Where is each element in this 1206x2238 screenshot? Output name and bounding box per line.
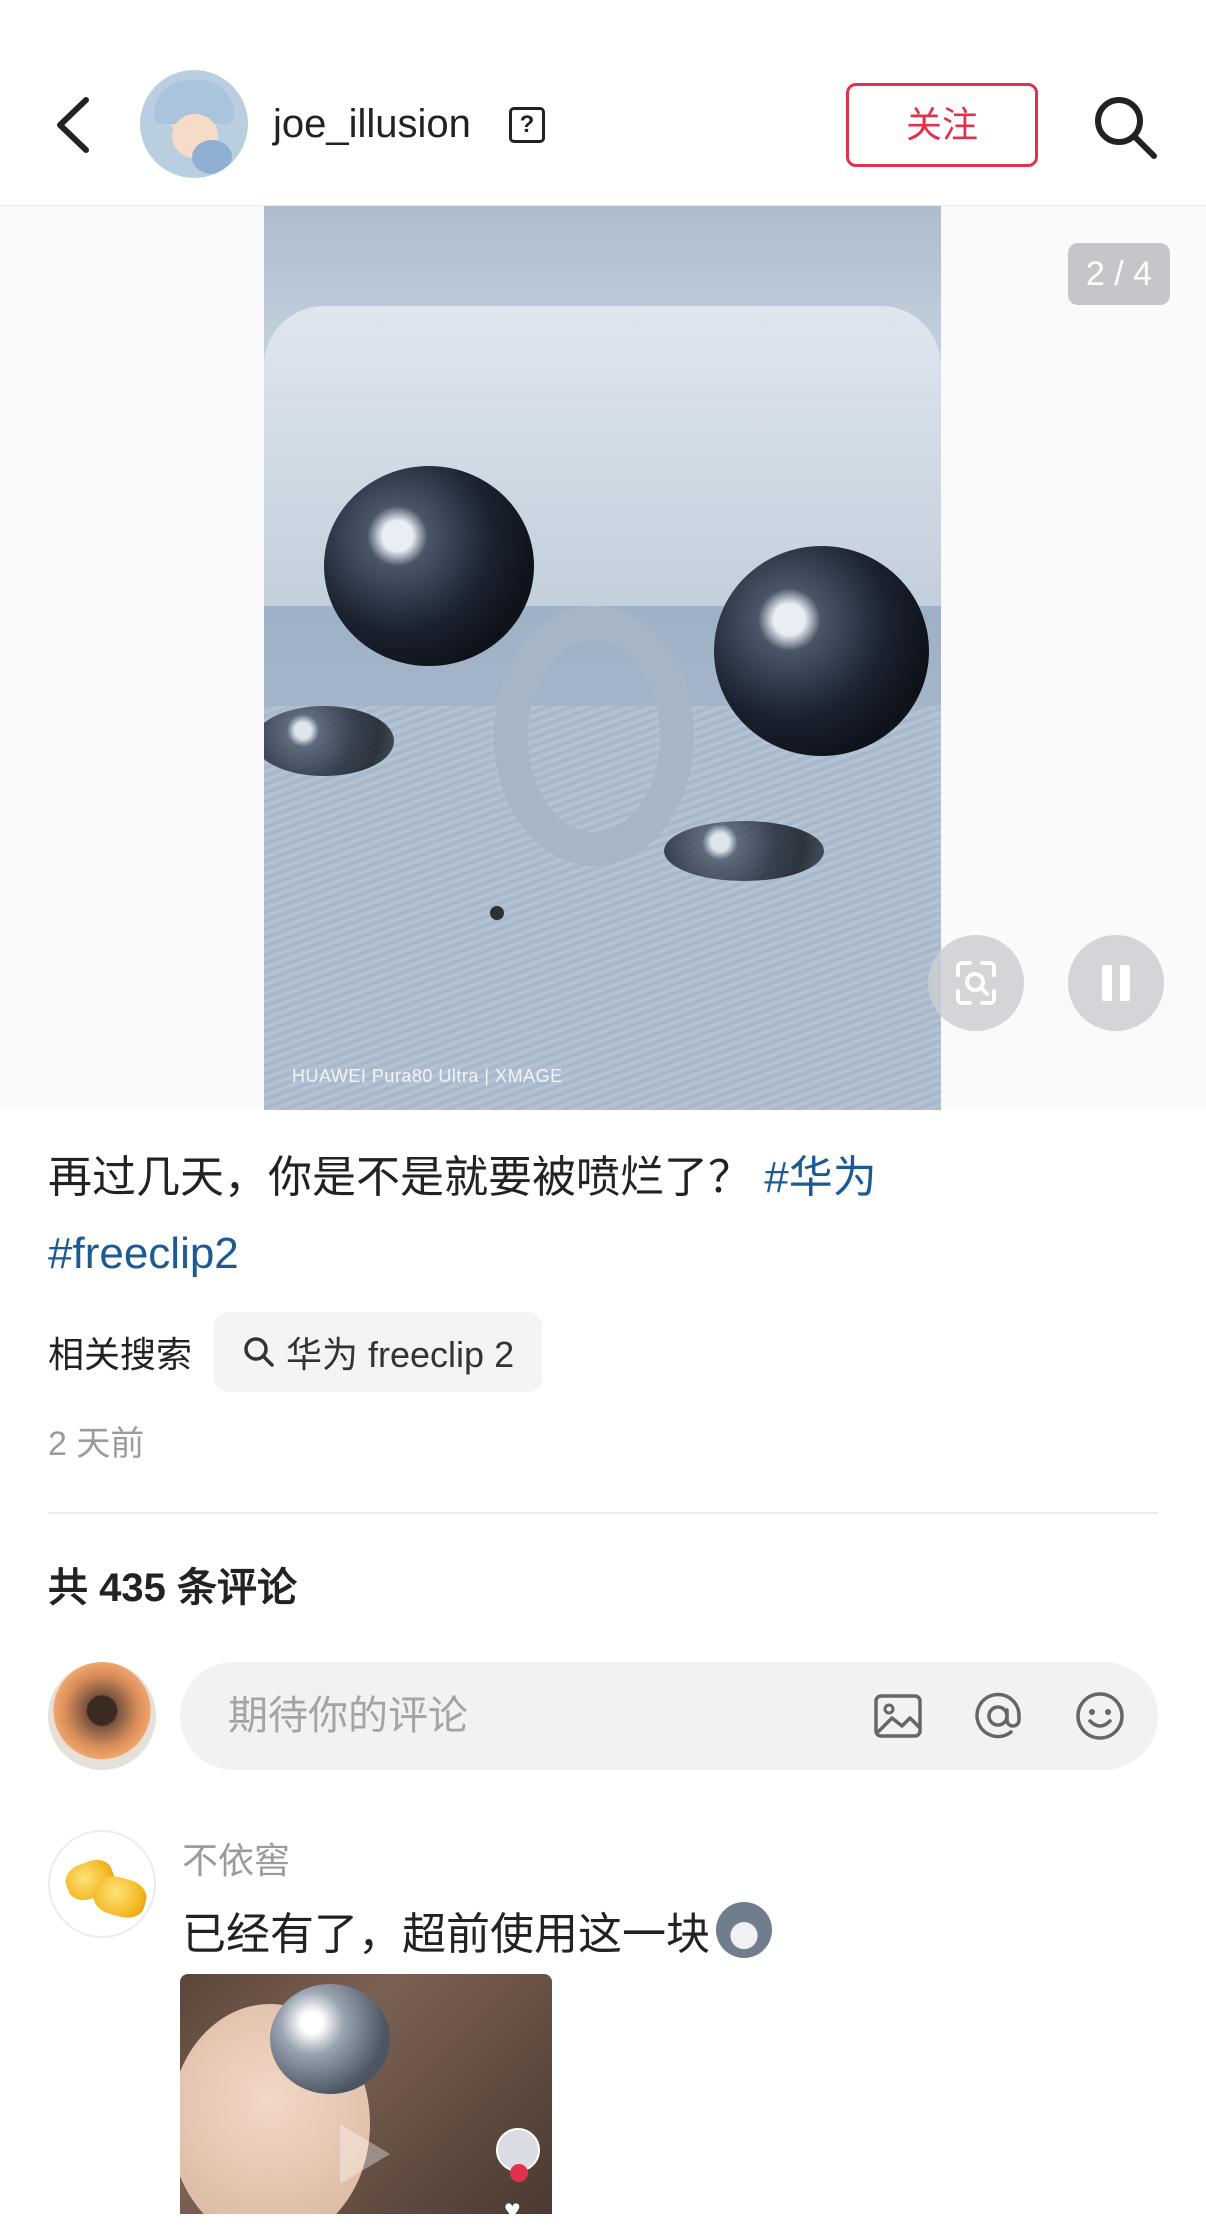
comment-count: 共 435 条评论 <box>48 1566 297 1610</box>
photo-earbud-wire <box>494 606 694 866</box>
comment-author[interactable]: 不依窖 <box>182 1832 290 1884</box>
author-username[interactable]: joe_illusion <box>273 98 471 150</box>
pause-icon[interactable] <box>1068 935 1164 1031</box>
comment-text-body: 已经有了，超前使用这一块 <box>182 1910 710 1959</box>
scan-icon[interactable] <box>928 935 1024 1031</box>
avatar-toy-shape <box>192 140 232 174</box>
follow-plus-icon <box>510 2164 528 2182</box>
at-icon[interactable] <box>970 1688 1026 1744</box>
thumbnail-earbud-shape <box>270 1984 390 2094</box>
post-photo[interactable]: HUAWEI Pura80 Ultra | XMAGE <box>264 206 941 1110</box>
related-search: 相关搜索 华为 freeclip 2 <box>48 1312 543 1392</box>
comment-input-placeholder: 期待你的评论 <box>228 1694 468 1738</box>
image-icon[interactable] <box>870 1688 926 1744</box>
related-search-chip-label: 华为 freeclip 2 <box>286 1334 515 1375</box>
comment-input[interactable]: 期待你的评论 <box>180 1662 1158 1770</box>
follow-button[interactable]: 关注 <box>846 83 1038 167</box>
pause-bar-right <box>1120 965 1130 1001</box>
author-avatar[interactable] <box>140 70 248 178</box>
photo-watermark: HUAWEI Pura80 Ultra | XMAGE <box>292 1066 563 1086</box>
post-caption: 再过几天，你是不是就要被喷烂了？ #华为 #freeclip2 <box>48 1140 1158 1292</box>
avatar-corn-shape-b <box>89 1871 151 1923</box>
related-search-chip[interactable]: 华为 freeclip 2 <box>214 1312 543 1392</box>
comment-video-thumbnail[interactable]: ♥ <box>180 1974 552 2224</box>
current-user-avatar[interactable] <box>48 1662 156 1770</box>
comment-text: 已经有了，超前使用这一块 <box>182 1898 772 1962</box>
back-arrow-icon[interactable] <box>48 90 108 160</box>
photo-pinhole <box>490 906 504 920</box>
search-icon[interactable] <box>1090 92 1160 162</box>
caption-text: 再过几天，你是不是就要被喷烂了？ <box>48 1153 752 1202</box>
search-icon <box>244 1337 274 1367</box>
post-media-carousel[interactable]: HUAWEI Pura80 Ultra | XMAGE <box>0 206 1206 1110</box>
photo-earbud-blur-2 <box>664 821 824 881</box>
photo-earbud-left <box>324 466 534 666</box>
commenter-avatar[interactable] <box>48 1830 156 1938</box>
hashtag-freeclip2[interactable]: #freeclip2 <box>48 1229 239 1278</box>
related-search-label: 相关搜索 <box>48 1334 193 1375</box>
post-timestamp: 2 天前 <box>48 1425 145 1463</box>
help-icon[interactable]: ? <box>509 107 545 143</box>
section-divider <box>48 1512 1158 1514</box>
bottom-safe-area <box>0 2214 1206 2238</box>
raccoon-emoji-icon <box>716 1902 772 1958</box>
emoji-icon[interactable] <box>1072 1688 1128 1744</box>
pause-bar-left <box>1102 965 1112 1001</box>
page-indicator: 2 / 4 <box>1068 243 1170 305</box>
top-bar: joe_illusion ? 关注 <box>0 0 1206 206</box>
photo-earbud-right <box>714 546 929 756</box>
hashtag-huawei[interactable]: #华为 <box>764 1153 876 1202</box>
play-icon[interactable] <box>340 2124 390 2184</box>
